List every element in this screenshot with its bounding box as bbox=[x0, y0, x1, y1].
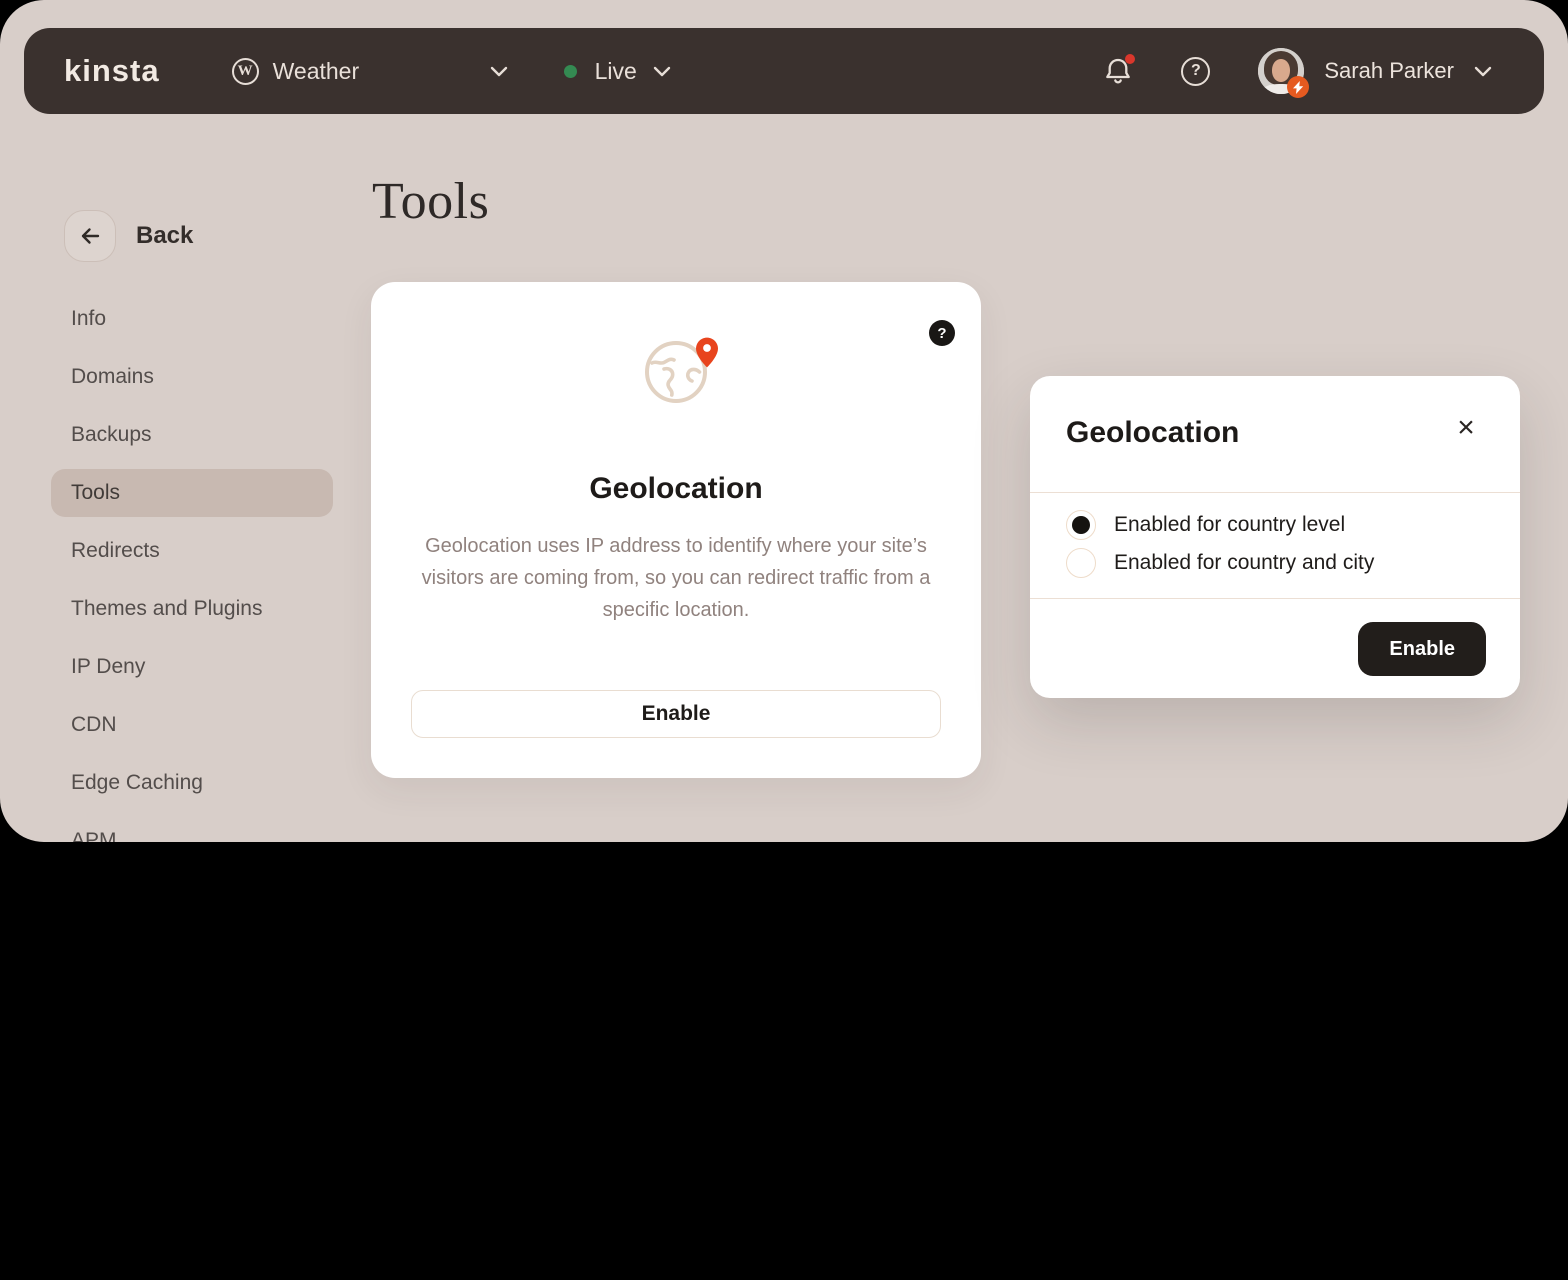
location-pin-icon bbox=[695, 337, 719, 368]
user-avatar bbox=[1258, 48, 1304, 94]
sidebar-item-themes-and-plugins[interactable]: Themes and Plugins bbox=[51, 585, 333, 633]
desktop-background: kinsta W Weather Live bbox=[0, 0, 1568, 1280]
card-title: Geolocation bbox=[371, 472, 981, 506]
topbar: kinsta W Weather Live bbox=[24, 28, 1544, 114]
option-label: Enabled for country and city bbox=[1114, 551, 1374, 575]
geolocation-card: ? Geolocation Geolocation uses IP addres… bbox=[371, 282, 981, 778]
notification-badge bbox=[1125, 54, 1135, 64]
sidebar-item-domains[interactable]: Domains bbox=[51, 353, 333, 401]
wordpress-icon: W bbox=[232, 58, 259, 85]
back-button[interactable] bbox=[64, 210, 116, 262]
sidebar-item-apm[interactable]: APM bbox=[51, 817, 333, 842]
geolocation-options: Enabled for country level Enabled for co… bbox=[1066, 506, 1484, 582]
notifications-button[interactable] bbox=[1105, 57, 1131, 86]
sidebar-item-backups[interactable]: Backups bbox=[51, 411, 333, 459]
back-label: Back bbox=[136, 222, 193, 250]
divider bbox=[1030, 598, 1520, 599]
option-label: Enabled for country level bbox=[1114, 513, 1345, 537]
modal-title: Geolocation bbox=[1066, 416, 1239, 450]
question-badge-icon[interactable]: ? bbox=[929, 320, 955, 346]
sidebar-item-tools[interactable]: Tools bbox=[51, 469, 333, 517]
environment-selector-dropdown[interactable]: Live bbox=[564, 58, 671, 85]
option-country-level[interactable]: Enabled for country level bbox=[1066, 506, 1484, 544]
sidebar-item-redirects[interactable]: Redirects bbox=[51, 527, 333, 575]
radio-country-and-city[interactable] bbox=[1066, 548, 1096, 578]
sidebar-item-edge-caching[interactable]: Edge Caching bbox=[51, 759, 333, 807]
kinsta-logo: kinsta bbox=[64, 53, 160, 89]
lightning-badge-icon bbox=[1287, 76, 1309, 98]
radio-country-level[interactable] bbox=[1066, 510, 1096, 540]
environment-label: Live bbox=[595, 58, 637, 85]
help-button[interactable]: ? bbox=[1181, 57, 1210, 86]
sidebar-item-info[interactable]: Info bbox=[51, 295, 333, 343]
sidebar-nav: Info Domains Backups Tools Redirects The… bbox=[51, 295, 333, 842]
site-selector-dropdown[interactable]: W Weather bbox=[232, 58, 508, 85]
globe-pin-icon bbox=[644, 340, 708, 404]
enable-button[interactable]: Enable bbox=[411, 690, 941, 738]
close-icon[interactable]: × bbox=[1452, 414, 1480, 442]
geolocation-modal: Geolocation × Enabled for country level … bbox=[1030, 376, 1520, 698]
modal-enable-button[interactable]: Enable bbox=[1358, 622, 1486, 676]
option-country-and-city[interactable]: Enabled for country and city bbox=[1066, 544, 1484, 582]
chevron-down-icon bbox=[653, 66, 671, 77]
help-icon: ? bbox=[1191, 62, 1201, 80]
live-status-dot bbox=[564, 65, 577, 78]
chevron-down-icon bbox=[1474, 66, 1492, 77]
card-description: Geolocation uses IP address to identify … bbox=[414, 530, 938, 626]
app-window: kinsta W Weather Live bbox=[0, 0, 1568, 842]
sidebar-item-ip-deny[interactable]: IP Deny bbox=[51, 643, 333, 691]
back-arrow-icon bbox=[78, 224, 102, 248]
chevron-down-icon bbox=[490, 66, 508, 77]
sidebar-item-cdn[interactable]: CDN bbox=[51, 701, 333, 749]
divider bbox=[1030, 492, 1520, 493]
page-title: Tools bbox=[372, 172, 489, 231]
user-menu[interactable]: Sarah Parker bbox=[1258, 48, 1492, 94]
user-name: Sarah Parker bbox=[1324, 58, 1454, 84]
site-selector-label: Weather bbox=[273, 58, 360, 85]
topbar-actions: ? Sarah Parker bbox=[1105, 48, 1492, 94]
